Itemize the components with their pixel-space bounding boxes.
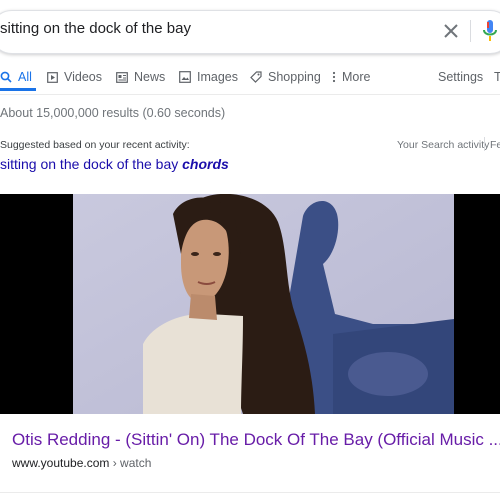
tab-images[interactable]: Images: [179, 66, 238, 88]
suggestion-bold: chords: [182, 156, 229, 172]
suggestion-prefix: sitting on the dock of the bay: [0, 156, 183, 172]
result-stats: About 15,000,000 results (0.60 seconds): [0, 106, 226, 120]
tab-news[interactable]: News: [116, 66, 165, 88]
play-icon: [47, 71, 58, 83]
tab-videos-label: Videos: [64, 70, 102, 84]
tab-more-label: More: [342, 70, 371, 84]
tab-shopping-label: Shopping: [268, 70, 321, 84]
settings-link[interactable]: Settings: [438, 66, 483, 88]
suggested-label: Suggested based on your recent activity:: [0, 139, 190, 151]
vertical-dots-icon: [332, 71, 336, 83]
feedback-link[interactable]: Fe: [490, 139, 500, 151]
tab-shopping[interactable]: Shopping: [250, 66, 321, 88]
tab-all[interactable]: All: [0, 66, 32, 88]
newspaper-icon: [116, 71, 128, 83]
tab-images-label: Images: [197, 70, 238, 84]
video-frame: [73, 194, 454, 414]
settings-label: Settings: [438, 70, 484, 84]
search-icon: [0, 71, 12, 83]
thumbnail-image: [73, 194, 454, 414]
activity-divider: [484, 137, 485, 151]
video-result-url: www.youtube.com › watch: [12, 456, 151, 470]
result-path: › watch: [109, 456, 152, 470]
tab-news-label: News: [134, 70, 166, 84]
tabs-divider: [0, 94, 500, 95]
tab-videos[interactable]: Videos: [47, 66, 102, 88]
tools-link[interactable]: T: [494, 66, 500, 88]
search-tabs: All Videos News Images Shopping More Set…: [0, 66, 500, 88]
tab-more[interactable]: More: [332, 66, 370, 88]
microphone-icon[interactable]: [482, 18, 498, 44]
search-divider: [470, 20, 471, 42]
result-divider: [0, 492, 500, 493]
result-site: www.youtube.com: [12, 456, 110, 470]
tag-icon: [250, 71, 262, 83]
close-icon[interactable]: [440, 20, 462, 42]
image-icon: [179, 71, 191, 83]
tab-all-label: All: [18, 70, 32, 84]
video-thumbnail[interactable]: [0, 194, 500, 414]
suggested-search-link[interactable]: sitting on the dock of the bay chords: [0, 156, 229, 172]
video-result-title[interactable]: Otis Redding - (Sittin' On) The Dock Of …: [12, 430, 500, 450]
search-input[interactable]: sitting on the dock of the bay: [0, 20, 191, 37]
tools-label: T: [494, 70, 500, 84]
search-activity-link[interactable]: Your Search activity: [397, 139, 489, 151]
active-tab-indicator: [0, 88, 36, 91]
